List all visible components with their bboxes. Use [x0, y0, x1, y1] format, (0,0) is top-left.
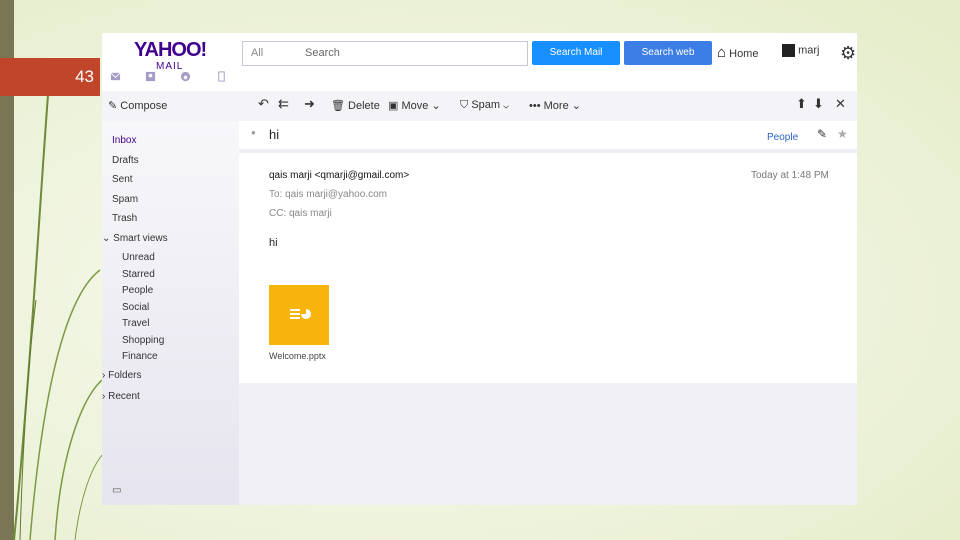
sender[interactable]: qais marji <qmarji@gmail.com> — [269, 170, 409, 181]
sidebar-item-folders[interactable]: › Folders — [102, 370, 141, 381]
chevron-down-icon: ⌄ — [503, 99, 510, 111]
next-message-icon[interactable]: ⬇ — [813, 96, 824, 112]
close-icon[interactable]: ✕ — [835, 96, 846, 112]
yahoo-mail-window: YAHOO! MAIL All Search Search Mail Searc… — [102, 33, 857, 505]
dot-icon: ● — [251, 128, 256, 137]
trash-icon: 🗑 — [331, 100, 345, 112]
move-label: Move — [401, 100, 429, 112]
presentation-icon — [290, 309, 311, 319]
gear-icon[interactable]: ⚙ — [840, 43, 856, 64]
yahoo-logo[interactable]: YAHOO! MAIL — [134, 39, 207, 72]
attachment-name[interactable]: Welcome.pptx — [269, 351, 326, 361]
sidebar-item-recent[interactable]: › Recent — [102, 391, 140, 402]
shield-icon: ⛉ — [460, 99, 469, 111]
logo-text: YAHOO! — [134, 39, 207, 61]
search-mail-button[interactable]: Search Mail — [532, 41, 620, 65]
recent-label: Recent — [108, 391, 140, 402]
sidebar-item-people[interactable]: People — [122, 285, 153, 296]
toolbar: ✎ Compose ↶ ⇇ ➜ 🗑 Delete ▣ Move ⌄ ⛉ Spam… — [102, 91, 857, 122]
compose-label: Compose — [120, 100, 168, 112]
forward-icon[interactable]: ➜ — [304, 96, 315, 112]
sidebar: Inbox Drafts Sent Spam Trash ⌄ Smart vie… — [102, 121, 239, 505]
more-label: More — [543, 100, 569, 112]
spam-label: Spam — [471, 99, 501, 111]
user-link[interactable]: marj — [782, 44, 819, 57]
search-placeholder: Search — [305, 47, 340, 59]
attachment-thumbnail[interactable] — [269, 285, 329, 345]
user-icon — [782, 44, 795, 57]
contacts-icon[interactable] — [145, 71, 156, 82]
sidebar-item-spam[interactable]: Spam — [112, 194, 138, 205]
user-name: marj — [798, 44, 820, 57]
more-button[interactable]: ••• More ⌄ — [529, 99, 581, 112]
previous-message-icon[interactable]: ⬆ — [796, 96, 807, 112]
sidebar-item-starred[interactable]: Starred — [122, 269, 155, 280]
recipient-cc: CC: qais marji — [269, 208, 332, 219]
sidebar-item-unread[interactable]: Unread — [122, 252, 155, 263]
sidebar-item-finance[interactable]: Finance — [122, 351, 158, 362]
search-scope[interactable]: All — [251, 47, 263, 59]
reply-icon[interactable]: ↶ — [258, 96, 269, 112]
smart-views-label: Smart views — [113, 233, 168, 244]
smiley-icon[interactable] — [180, 71, 191, 82]
delete-button[interactable]: 🗑 Delete — [331, 99, 380, 112]
sidebar-item-travel[interactable]: Travel — [122, 318, 149, 329]
mail-icon[interactable] — [110, 71, 121, 82]
top-bar: YAHOO! MAIL All Search Search Mail Searc… — [102, 33, 857, 91]
ellipsis-icon: ••• — [529, 100, 541, 112]
reply-all-icon[interactable]: ⇇ — [278, 96, 289, 112]
sidebar-item-trash[interactable]: Trash — [112, 213, 137, 224]
people-link[interactable]: People — [767, 132, 798, 143]
message-pane: ● hi People ✎ ★ qais marji <qmarji@gmail… — [239, 121, 857, 383]
sidebar-item-shopping[interactable]: Shopping — [122, 335, 164, 346]
notepad-icon[interactable] — [216, 71, 227, 82]
sidebar-item-inbox[interactable]: Inbox — [112, 135, 136, 146]
sidebar-item-sent[interactable]: Sent — [112, 174, 133, 185]
compose-button[interactable]: ✎ Compose — [108, 99, 167, 112]
message-time: Today at 1:48 PM — [751, 170, 829, 181]
star-icon[interactable]: ★ — [837, 127, 848, 141]
sidebar-item-drafts[interactable]: Drafts — [112, 155, 139, 166]
recipient-to: To: qais marji@yahoo.com — [269, 189, 387, 200]
search-input[interactable]: All Search — [242, 41, 528, 66]
chevron-right-icon: › — [102, 370, 106, 381]
folders-label: Folders — [108, 370, 142, 381]
chevron-down-icon: ⌄ — [102, 233, 111, 244]
paperclip-icon[interactable]: ✎ — [817, 127, 827, 141]
slide-number: 43 — [0, 58, 100, 96]
message-body: hi — [269, 237, 278, 249]
chevron-down-icon: ⌄ — [431, 100, 441, 112]
move-button[interactable]: ▣ Move ⌄ — [388, 99, 441, 112]
chevron-right-icon: › — [102, 391, 106, 402]
image-icon[interactable]: ▭ — [112, 485, 121, 496]
home-link[interactable]: ⌂ Home — [717, 44, 758, 61]
search-web-button[interactable]: Search web — [624, 41, 712, 65]
sidebar-item-smart-views[interactable]: ⌄ Smart views — [102, 233, 168, 244]
home-label: Home — [729, 48, 759, 60]
sidebar-item-social[interactable]: Social — [122, 302, 149, 313]
pencil-icon: ✎ — [108, 100, 118, 112]
delete-label: Delete — [348, 100, 380, 112]
chevron-down-icon: ⌄ — [571, 100, 581, 112]
message-subject: hi — [269, 127, 280, 142]
spam-button[interactable]: ⛉ Spam ⌄ — [460, 99, 509, 112]
folder-icon: ▣ — [388, 100, 399, 112]
subject-bar: ● hi People ✎ ★ — [239, 121, 857, 153]
home-icon: ⌂ — [717, 44, 727, 61]
